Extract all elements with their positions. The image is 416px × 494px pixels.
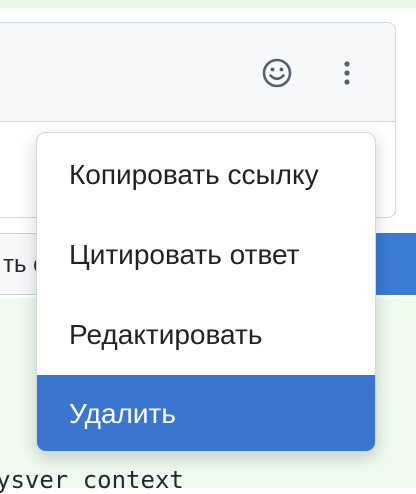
more-options-button[interactable]: [329, 55, 365, 91]
comment-header: [0, 23, 395, 122]
top-background-strip: [0, 0, 416, 8]
menu-item-copy-link[interactable]: Копировать ссылку: [37, 135, 375, 215]
submit-button[interactable]: [372, 233, 416, 295]
kebab-horizontal-icon: [344, 61, 350, 85]
code-line: ysver context: [0, 466, 184, 494]
menu-item-edit[interactable]: Редактировать: [37, 295, 375, 375]
menu-item-quote-reply[interactable]: Цитировать ответ: [37, 215, 375, 295]
comment-options-menu: Копировать ссылку Цитировать ответ Редак…: [36, 132, 376, 452]
smiley-icon: [262, 58, 292, 88]
add-reaction-button[interactable]: [259, 55, 295, 91]
menu-item-delete[interactable]: Удалить: [37, 375, 375, 451]
